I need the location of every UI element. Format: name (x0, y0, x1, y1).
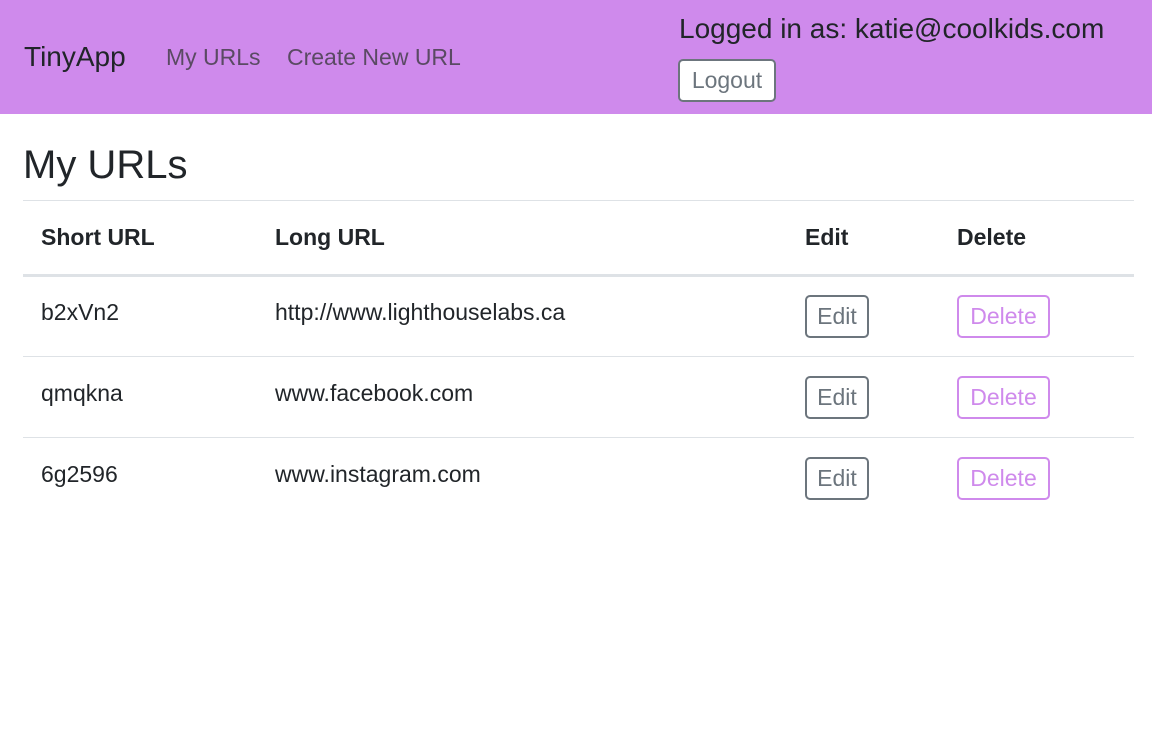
short-url: qmqkna (41, 379, 123, 406)
long-url-cell: www.instagram.com (257, 438, 787, 519)
edit-button[interactable]: Edit (805, 295, 869, 338)
delete-button[interactable]: Delete (957, 295, 1050, 338)
table-header: Short URL Long URL Edit Delete (23, 200, 1134, 277)
logged-in-status: Logged in as: katie@coolkids.com (679, 13, 1105, 44)
table-row: 6g2596 www.instagram.com Edit Delete (23, 438, 1134, 519)
short-url-cell: b2xVn2 (23, 275, 257, 357)
short-url-cell: 6g2596 (23, 438, 257, 519)
table-header-row: Short URL Long URL Edit Delete (23, 200, 1134, 277)
edit-cell: Edit (787, 438, 939, 519)
table-body: b2xVn2 http://www.lighthouselabs.ca Edit… (23, 275, 1134, 519)
short-url-cell: qmqkna (23, 356, 257, 438)
column-header-short-url: Short URL (23, 200, 257, 277)
long-url: www.instagram.com (275, 460, 481, 487)
delete-button[interactable]: Delete (957, 375, 1050, 419)
long-url: http://www.lighthouselabs.ca (275, 299, 566, 325)
delete-button[interactable]: Delete (957, 456, 1050, 500)
table-row: b2xVn2 http://www.lighthouselabs.ca Edit… (23, 275, 1134, 357)
urls-table: Short URL Long URL Edit Delete b2xVn2 ht… (23, 200, 1134, 519)
edit-cell: Edit (787, 275, 939, 357)
edit-button[interactable]: Edit (805, 456, 869, 500)
long-url-cell: http://www.lighthouselabs.ca (257, 275, 787, 357)
navbar: TinyApp My URLs Create New URL Logged in… (0, 0, 1152, 114)
page: { "navbar": { "brand": "TinyApp", "links… (0, 0, 1152, 738)
edit-button[interactable]: Edit (805, 375, 869, 419)
column-header-delete: Delete (939, 200, 1134, 277)
logout-button[interactable]: Logout (678, 59, 776, 102)
long-url: www.facebook.com (275, 379, 474, 406)
delete-cell: Delete (939, 356, 1134, 438)
page-title: My URLs (23, 143, 188, 187)
brand-link[interactable]: TinyApp (24, 39, 126, 75)
delete-cell: Delete (939, 438, 1134, 519)
nav-link-my-urls[interactable]: My URLs (166, 42, 261, 72)
long-url-cell: www.facebook.com (257, 356, 787, 438)
column-header-long-url: Long URL (257, 200, 787, 277)
column-header-edit: Edit (787, 200, 939, 277)
edit-cell: Edit (787, 356, 939, 438)
nav-link-create-new-url[interactable]: Create New URL (287, 42, 461, 72)
delete-cell: Delete (939, 275, 1134, 357)
table-row: qmqkna www.facebook.com Edit Delete (23, 356, 1134, 438)
short-url: 6g2596 (41, 460, 118, 487)
short-url: b2xVn2 (41, 299, 120, 325)
